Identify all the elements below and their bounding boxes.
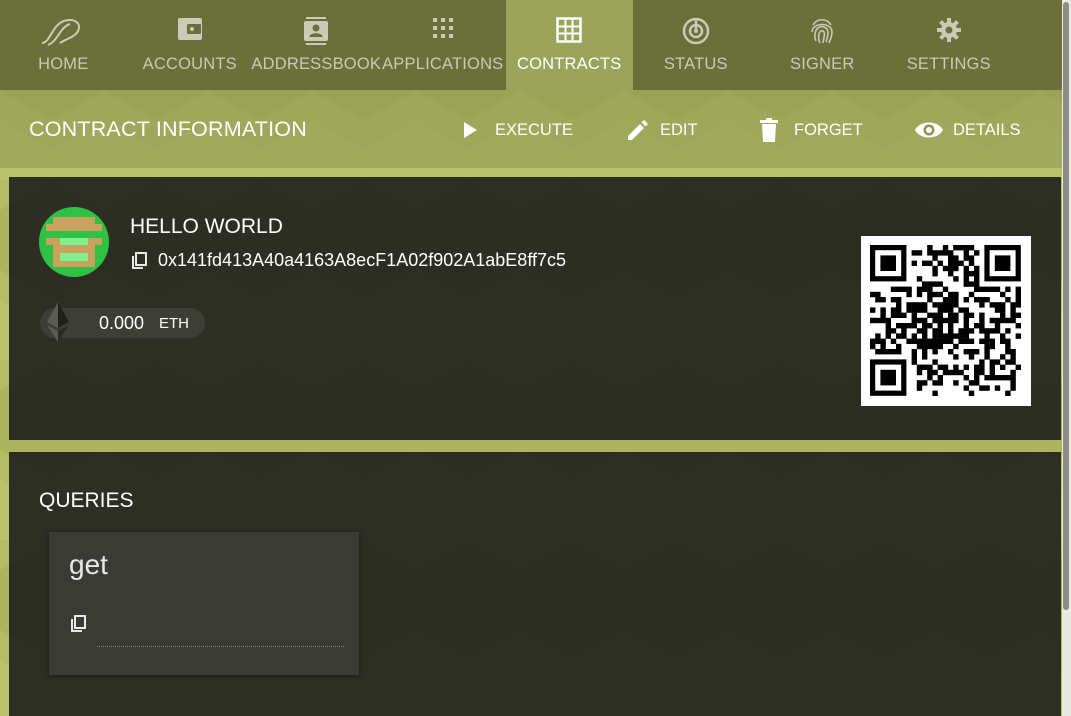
contract-address-row: 0x141fd413A40a4163A8ecF1A02f902A1abE8ff7… bbox=[131, 250, 566, 271]
execute-button-label: EXECUTE bbox=[495, 120, 573, 139]
tab-settings[interactable]: SETTINGS bbox=[886, 0, 1013, 90]
contract-address: 0x141fd413A40a4163A8ecF1A02f902A1abE8ff7… bbox=[158, 250, 567, 270]
top-navigation: HOME ACCOUNTS ADDRESSBOOK APPLICATIONS C… bbox=[0, 0, 1062, 90]
query-name: get bbox=[69, 549, 108, 580]
fingerprint-icon bbox=[811, 18, 834, 44]
execute-button[interactable]: EXECUTE bbox=[463, 117, 573, 143]
forget-button-label: FORGET bbox=[794, 120, 863, 139]
balance-value: 0.000 bbox=[99, 313, 145, 333]
tab-status[interactable]: STATUS bbox=[633, 0, 760, 90]
wallet-icon bbox=[177, 18, 202, 40]
tab-applications-label: APPLICATIONS bbox=[382, 55, 504, 73]
contract-identicon bbox=[39, 207, 109, 277]
copy-icon[interactable] bbox=[131, 251, 147, 270]
radar-icon bbox=[682, 17, 709, 45]
tab-signer[interactable]: SIGNER bbox=[759, 0, 886, 90]
contract-summary-card: HELLO WORLD 0x141fd413A40a4163A8ecF1A02f… bbox=[9, 177, 1061, 440]
contract-title-bar: CONTRACT INFORMATION EXECUTE EDIT FORGET… bbox=[0, 90, 1062, 168]
parity-logo-icon bbox=[41, 19, 81, 46]
edit-button[interactable]: EDIT bbox=[626, 117, 698, 143]
tab-contracts-label: CONTRACTS bbox=[517, 55, 622, 73]
tab-addressbook[interactable]: ADDRESSBOOK bbox=[251, 0, 382, 90]
tab-accounts[interactable]: ACCOUNTS bbox=[127, 0, 254, 90]
tab-home[interactable]: HOME bbox=[0, 0, 127, 90]
edit-button-label: EDIT bbox=[660, 120, 698, 139]
contacts-icon bbox=[304, 17, 329, 45]
ethereum-icon bbox=[47, 302, 69, 342]
trash-icon bbox=[760, 118, 778, 142]
details-button-label: DETAILS bbox=[953, 120, 1021, 139]
tab-applications[interactable]: APPLICATIONS bbox=[380, 0, 507, 90]
queries-title: QUERIES bbox=[39, 489, 134, 512]
queries-card: QUERIES get bbox=[9, 452, 1061, 716]
tab-contracts[interactable]: CONTRACTS bbox=[506, 0, 633, 90]
tab-accounts-label: ACCOUNTS bbox=[142, 55, 237, 73]
eye-icon bbox=[915, 122, 943, 138]
balance-chip: 0.000 ETH bbox=[40, 302, 205, 342]
tab-status-label: STATUS bbox=[663, 55, 728, 73]
identicon-image bbox=[39, 207, 109, 277]
pencil-icon bbox=[628, 120, 648, 140]
tab-addressbook-label: ADDRESSBOOK bbox=[251, 55, 382, 73]
tab-home-label: HOME bbox=[38, 55, 89, 73]
address-qr-code bbox=[861, 236, 1031, 406]
scrollbar-thumb[interactable] bbox=[1063, 2, 1069, 610]
copy-icon[interactable] bbox=[70, 615, 86, 633]
apps-grid-icon bbox=[432, 18, 453, 38]
contract-name: HELLO WORLD bbox=[130, 215, 283, 238]
details-button[interactable]: DETAILS bbox=[915, 117, 1021, 143]
tab-settings-label: SETTINGS bbox=[906, 55, 991, 73]
page-title: CONTRACT INFORMATION bbox=[29, 117, 307, 141]
tab-signer-label: SIGNER bbox=[790, 55, 855, 73]
query-result-field[interactable] bbox=[97, 608, 344, 647]
grid-table-icon bbox=[556, 17, 582, 43]
query-item-get: get bbox=[49, 532, 359, 675]
forget-button[interactable]: FORGET bbox=[760, 117, 863, 143]
gear-icon bbox=[936, 18, 961, 42]
balance-unit: ETH bbox=[159, 315, 189, 332]
play-icon bbox=[464, 122, 477, 138]
